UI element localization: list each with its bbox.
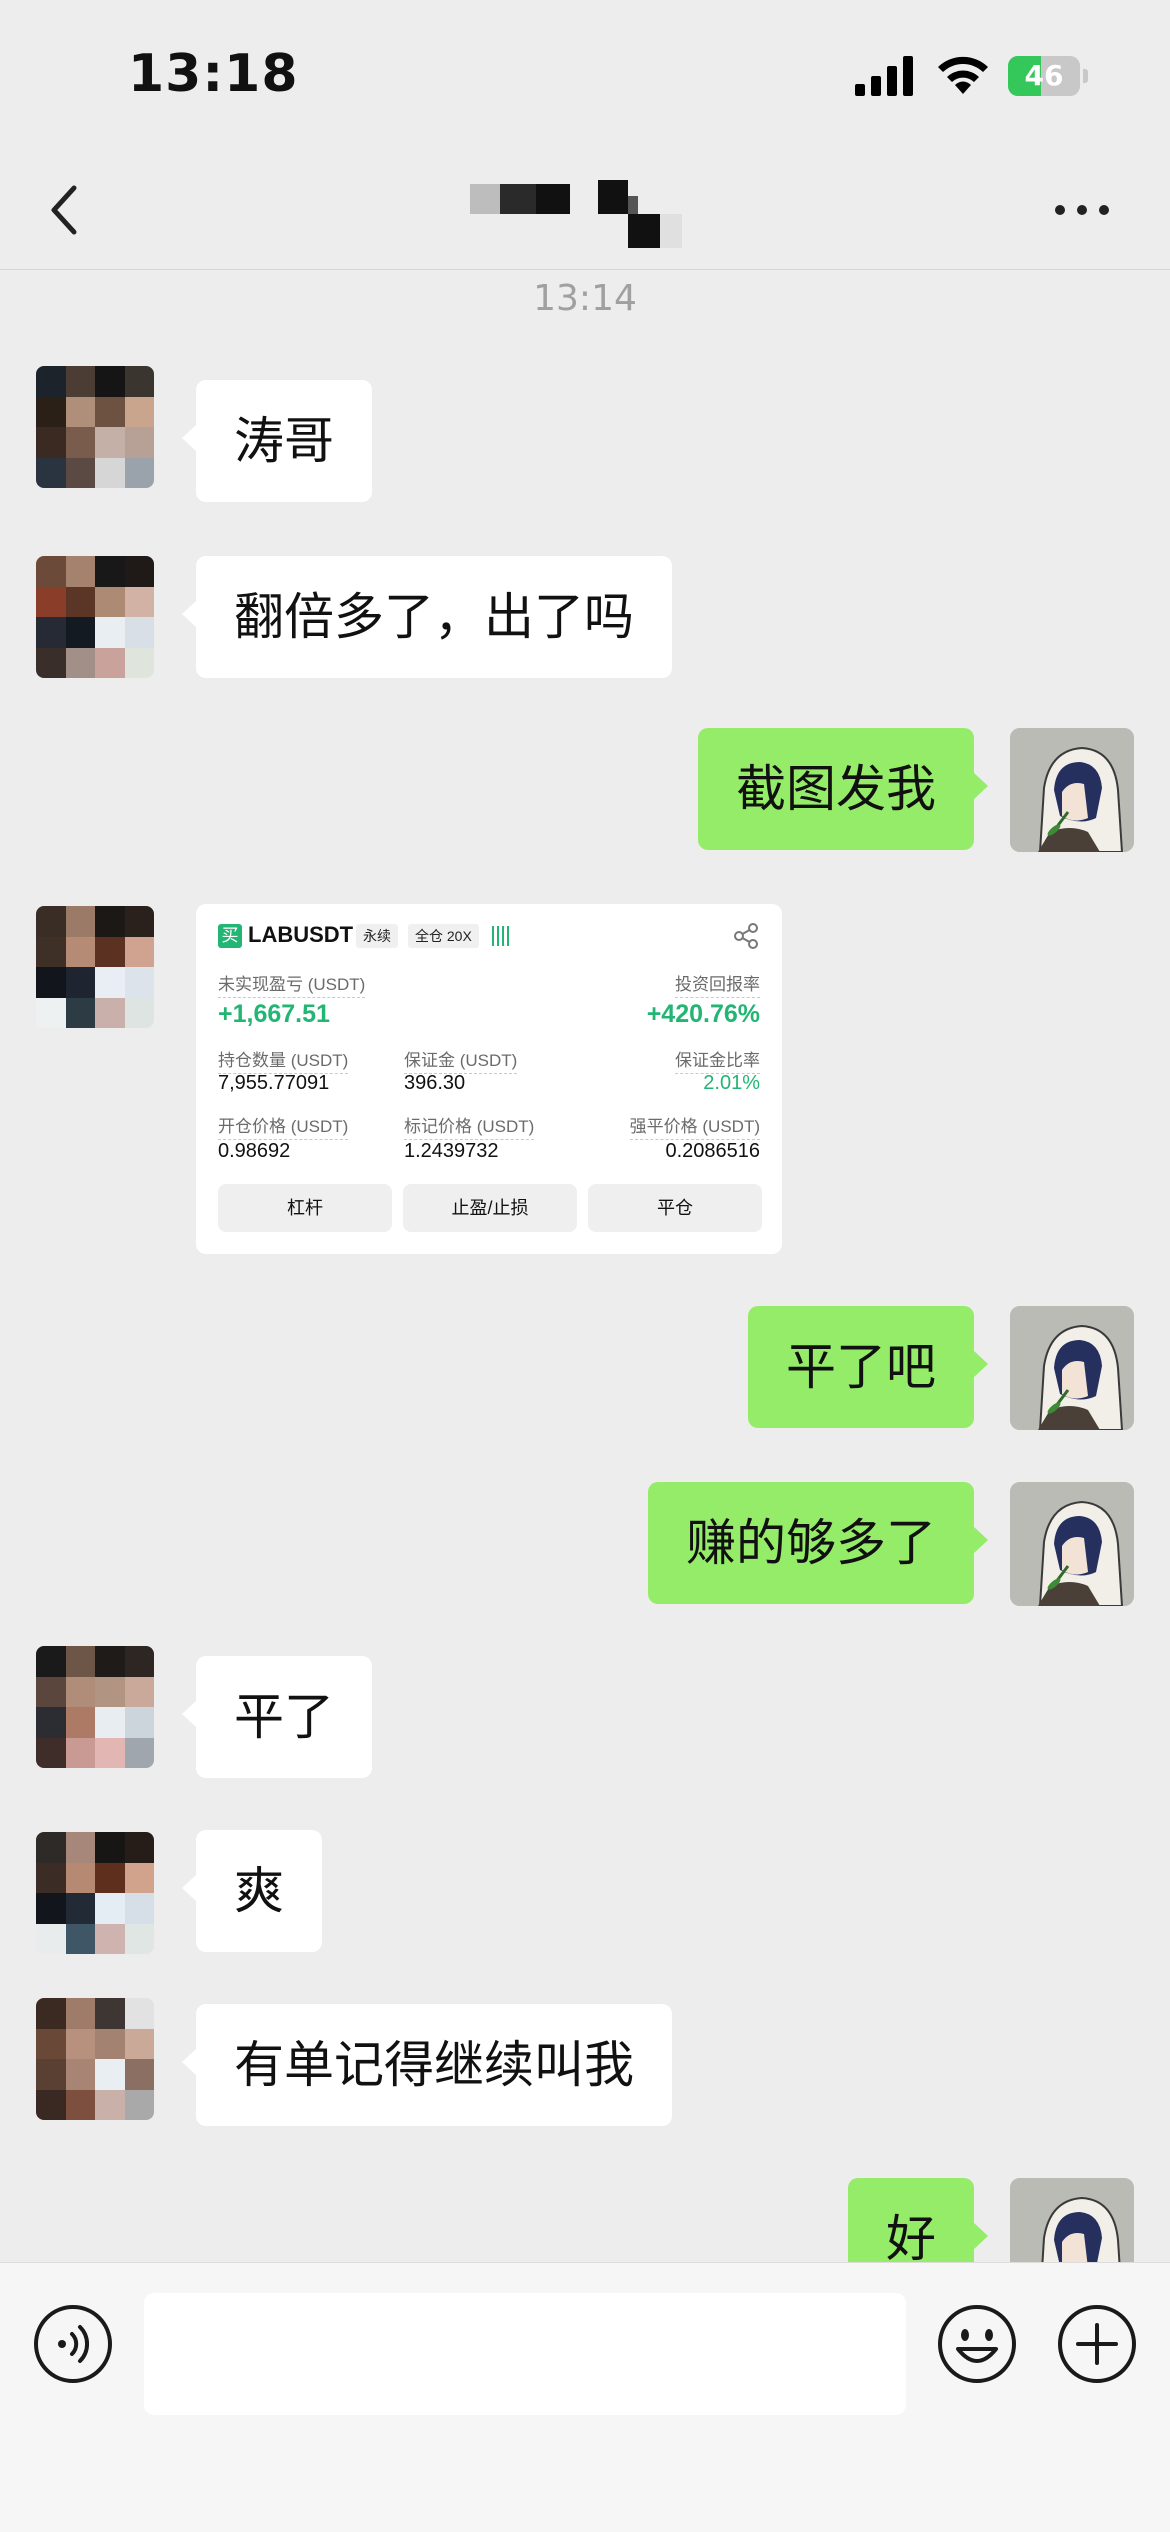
message-bubble-incoming[interactable]: 平了 — [182, 1656, 372, 1778]
margin-ratio-label: 保证金比率 — [675, 1046, 760, 1074]
liq-price-value: 0.2086516 — [665, 1140, 760, 1162]
buy-tag: 买 — [218, 924, 242, 948]
my-avatar[interactable] — [1010, 1306, 1134, 1430]
strength-bars-icon — [492, 926, 512, 946]
unrealized-pnl-label: 未实现盈亏 (USDT) — [218, 970, 366, 998]
entry-price-value: 0.98692 — [218, 1140, 291, 1162]
status-bar: 13:18 46 — [0, 0, 1170, 150]
roi-label: 投资回报率 — [675, 970, 760, 998]
trading-screenshot-image[interactable]: 买 LABUSDT 永续 全仓 20X 未实现盈亏 (USDT) 投资回报率 +… — [196, 904, 782, 1254]
message-bubble-outgoing[interactable]: 平了吧 — [748, 1306, 988, 1428]
unrealized-pnl-value: +1,667.51 — [218, 1000, 330, 1028]
contact-name-redacted — [470, 172, 700, 248]
hooded-character-icon — [1010, 1482, 1134, 1606]
entry-price-label: 开仓价格 (USDT) — [218, 1112, 349, 1140]
input-bar — [0, 2262, 1170, 2532]
mark-price-value: 1.2439732 — [404, 1140, 499, 1162]
status-time: 13:18 — [128, 44, 299, 104]
message-bubble-incoming[interactable]: 有单记得继续叫我 — [182, 2004, 672, 2126]
margin-mode-badge: 全仓 20X — [408, 924, 479, 948]
chat-header — [0, 150, 1170, 270]
my-avatar[interactable] — [1010, 728, 1134, 852]
voice-icon[interactable] — [32, 2303, 114, 2385]
plus-icon[interactable] — [1056, 2303, 1138, 2385]
wifi-icon — [938, 56, 988, 94]
chevron-left-icon[interactable] — [40, 180, 90, 240]
message-bubble-incoming[interactable]: 翻倍多了，出了吗 — [182, 556, 672, 678]
contact-avatar[interactable] — [36, 906, 154, 1028]
battery-level: 46 — [1024, 59, 1064, 92]
battery-icon: 46 — [1008, 56, 1088, 96]
share-icon — [734, 923, 758, 949]
message-input[interactable] — [144, 2293, 906, 2415]
message-bubble-incoming[interactable]: 涛哥 — [182, 380, 372, 502]
my-avatar[interactable] — [1010, 1482, 1134, 1606]
position-size-label: 持仓数量 (USDT) — [218, 1046, 349, 1074]
contact-avatar[interactable] — [36, 1832, 154, 1954]
margin-ratio-value: 2.01% — [703, 1072, 760, 1094]
leverage-button: 杠杆 — [218, 1184, 392, 1232]
liq-price-label: 强平价格 (USDT) — [629, 1112, 760, 1140]
margin-value: 396.30 — [404, 1072, 466, 1094]
message-bubble-outgoing[interactable]: 截图发我 — [698, 728, 988, 850]
chat-timestamp: 13:14 — [533, 278, 637, 319]
ellipsis-icon[interactable] — [1052, 200, 1112, 220]
close-position-button: 平仓 — [588, 1184, 762, 1232]
cellular-signal-icon — [855, 56, 913, 96]
message-bubble-incoming[interactable]: 爽 — [182, 1830, 322, 1952]
hooded-character-icon — [1010, 1306, 1134, 1430]
mark-price-label: 标记价格 (USDT) — [404, 1112, 535, 1140]
message-bubble-outgoing[interactable]: 赚的够多了 — [648, 1482, 988, 1604]
tp-sl-button: 止盈/止损 — [403, 1184, 577, 1232]
contact-avatar[interactable] — [36, 1998, 154, 2120]
trading-symbol: LABUSDT — [248, 922, 354, 947]
roi-value: +420.76% — [646, 1000, 760, 1028]
contract-type-badge: 永续 — [356, 924, 398, 948]
position-size-value: 7,955.77091 — [218, 1072, 330, 1094]
hooded-character-icon — [1010, 728, 1134, 852]
contact-avatar[interactable] — [36, 366, 154, 488]
contact-avatar[interactable] — [36, 1646, 154, 1768]
emoji-icon[interactable] — [936, 2303, 1018, 2385]
contact-avatar[interactable] — [36, 556, 154, 678]
margin-label: 保证金 (USDT) — [404, 1046, 518, 1074]
